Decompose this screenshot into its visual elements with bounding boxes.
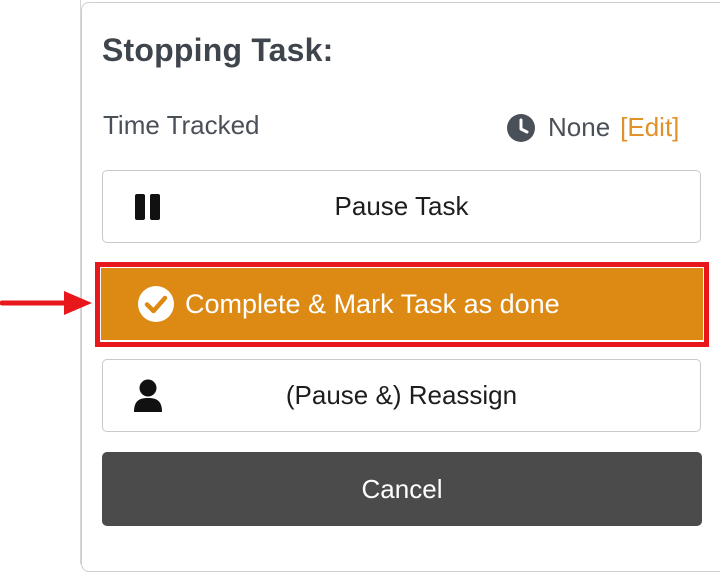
edit-time-link[interactable]: [Edit] (620, 112, 679, 143)
pause-icon (135, 193, 160, 220)
user-icon (134, 379, 162, 412)
pause-task-button[interactable]: Pause Task (102, 170, 701, 243)
check-circle-icon (138, 286, 174, 322)
complete-task-button[interactable]: Complete & Mark Task as done (101, 268, 703, 340)
modal-title: Stopping Task: (102, 32, 334, 68)
cancel-button[interactable]: Cancel (102, 452, 702, 526)
annotation-arrow-icon (0, 291, 92, 315)
complete-task-label: Complete & Mark Task as done (185, 288, 560, 319)
pause-task-label: Pause Task (334, 191, 469, 221)
time-tracked-value: None (548, 112, 611, 142)
cancel-label: Cancel (361, 473, 443, 504)
clock-icon (507, 113, 535, 142)
reassign-button[interactable]: (Pause &) Reassign (102, 359, 701, 432)
time-tracked-label: Time Tracked (103, 110, 260, 140)
reassign-label: (Pause &) Reassign (285, 380, 518, 410)
time-tracked-value-group: None [Edit] (506, 112, 679, 143)
